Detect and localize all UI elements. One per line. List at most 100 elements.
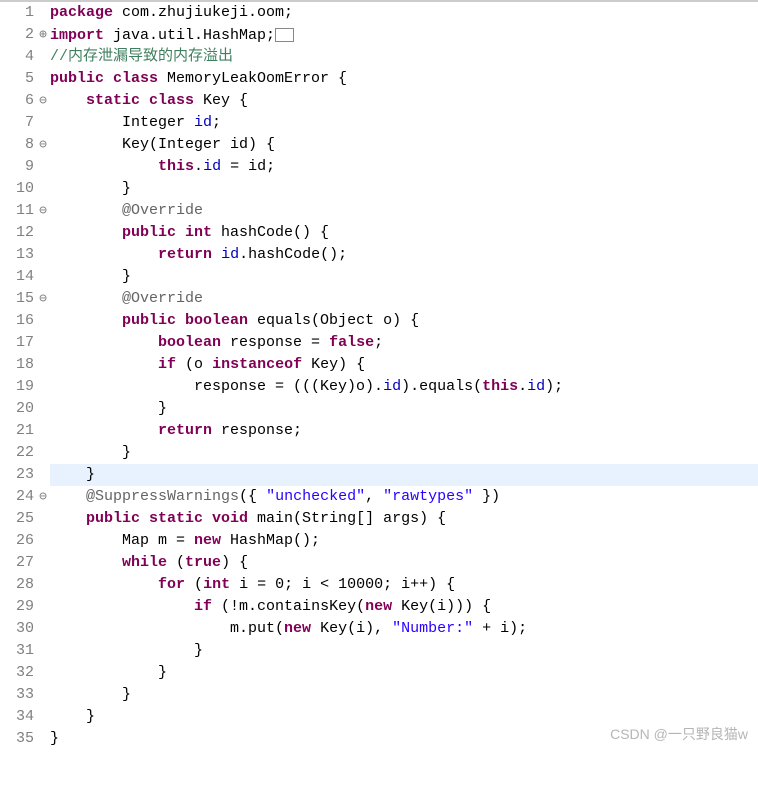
code-token: main(String[] args) { (248, 510, 446, 527)
code-token (50, 598, 194, 615)
code-token: ; (374, 334, 383, 351)
code-token: response; (212, 422, 302, 439)
line-number: 23 (0, 464, 34, 486)
code-line[interactable]: } (50, 464, 758, 486)
code-line[interactable]: } (50, 266, 758, 288)
code-line[interactable]: //内存泄漏导致的内存溢出 (50, 46, 758, 68)
code-token: }) (473, 488, 500, 505)
code-line[interactable]: while (true) { (50, 552, 758, 574)
code-line[interactable]: for (int i = 0; i < 10000; i++) { (50, 574, 758, 596)
code-token (212, 246, 221, 263)
code-line[interactable]: Key(Integer id) { (50, 134, 758, 156)
code-token: response = (((Key)o). (50, 378, 383, 395)
code-editor: 1245678910111213141516171819202122232425… (0, 0, 758, 750)
fold-gutter: ⊕ ⊖ ⊖ ⊖ ⊖ ⊖ (36, 2, 50, 750)
watermark: CSDN @一只野良猫w (610, 724, 748, 744)
fold-marker[interactable]: ⊖ (36, 200, 50, 222)
fold-marker (36, 332, 50, 354)
code-token: this (158, 158, 194, 175)
code-content[interactable]: package com.zhujiukeji.oom;import java.u… (50, 2, 758, 750)
code-token: response = (221, 334, 329, 351)
code-token: Integer (50, 114, 194, 131)
line-number: 27 (0, 552, 34, 574)
code-line[interactable]: @Override (50, 200, 758, 222)
code-token: = id; (221, 158, 275, 175)
fold-marker (36, 354, 50, 376)
code-line[interactable]: } (50, 684, 758, 706)
code-line[interactable]: @Override (50, 288, 758, 310)
code-token: } (50, 708, 95, 725)
code-token: Key { (194, 92, 248, 109)
code-token: while (122, 554, 167, 571)
code-token: } (50, 642, 203, 659)
code-line[interactable]: response = (((Key)o).id).equals(this.id)… (50, 376, 758, 398)
fold-marker (36, 464, 50, 486)
code-token: @Override (122, 202, 203, 219)
fold-marker (36, 640, 50, 662)
code-line[interactable]: static class Key { (50, 90, 758, 112)
line-number: 29 (0, 596, 34, 618)
code-token: ({ (239, 488, 266, 505)
code-token: @Override (122, 290, 203, 307)
code-line[interactable]: return response; (50, 420, 758, 442)
code-line[interactable]: } (50, 662, 758, 684)
line-number: 10 (0, 178, 34, 200)
code-line[interactable]: } (50, 442, 758, 464)
code-line[interactable]: Integer id; (50, 112, 758, 134)
code-token: } (50, 444, 131, 461)
line-number: 12 (0, 222, 34, 244)
code-token: .hashCode(); (239, 246, 347, 263)
fold-marker[interactable]: ⊖ (36, 486, 50, 508)
code-line[interactable]: import java.util.HashMap; (50, 24, 758, 46)
code-token (50, 312, 122, 329)
code-line[interactable]: boolean response = false; (50, 332, 758, 354)
code-token: , (365, 488, 383, 505)
code-line[interactable]: } (50, 640, 758, 662)
code-line[interactable]: } (50, 178, 758, 200)
fold-marker[interactable]: ⊖ (36, 90, 50, 112)
code-token (50, 422, 158, 439)
code-token: } (50, 268, 131, 285)
code-line[interactable]: public boolean equals(Object o) { (50, 310, 758, 332)
code-token: return (158, 246, 212, 263)
line-number: 9 (0, 156, 34, 178)
code-token (50, 202, 122, 219)
code-token: ( (167, 554, 185, 571)
code-line[interactable]: this.id = id; (50, 156, 758, 178)
code-token (50, 334, 158, 351)
fold-marker (36, 376, 50, 398)
fold-marker[interactable]: ⊕ (36, 24, 50, 46)
code-token: } (50, 730, 59, 747)
code-token: int (203, 576, 230, 593)
code-line[interactable]: } (50, 398, 758, 420)
code-token: boolean (158, 334, 221, 351)
code-line[interactable]: return id.hashCode(); (50, 244, 758, 266)
code-token: ).equals( (401, 378, 482, 395)
code-token: } (50, 664, 167, 681)
fold-marker[interactable]: ⊖ (36, 288, 50, 310)
code-token: i = 0; i < 10000; i++) { (230, 576, 455, 593)
fold-marker (36, 2, 50, 24)
fold-marker[interactable]: ⊖ (36, 134, 50, 156)
code-line[interactable]: if (o instanceof Key) { (50, 354, 758, 376)
code-token: id (527, 378, 545, 395)
code-line[interactable]: @SuppressWarnings({ "unchecked", "rawtyp… (50, 486, 758, 508)
fold-marker (36, 728, 50, 750)
code-line[interactable]: public int hashCode() { (50, 222, 758, 244)
code-token: //内存泄漏导致的内存溢出 (50, 48, 233, 65)
code-line[interactable]: public class MemoryLeakOomError { (50, 68, 758, 90)
code-token: ) { (221, 554, 248, 571)
code-token (50, 356, 158, 373)
code-line[interactable]: m.put(new Key(i), "Number:" + i); (50, 618, 758, 640)
line-number: 24 (0, 486, 34, 508)
code-line[interactable]: package com.zhujiukeji.oom; (50, 2, 758, 24)
code-line[interactable]: Map m = new HashMap(); (50, 530, 758, 552)
code-token: id (383, 378, 401, 395)
line-number: 2 (0, 24, 34, 46)
fold-marker (36, 442, 50, 464)
code-token: (!m.containsKey( (212, 598, 365, 615)
code-token (50, 158, 158, 175)
code-token: new (365, 598, 392, 615)
code-line[interactable]: if (!m.containsKey(new Key(i))) { (50, 596, 758, 618)
code-line[interactable]: public static void main(String[] args) { (50, 508, 758, 530)
